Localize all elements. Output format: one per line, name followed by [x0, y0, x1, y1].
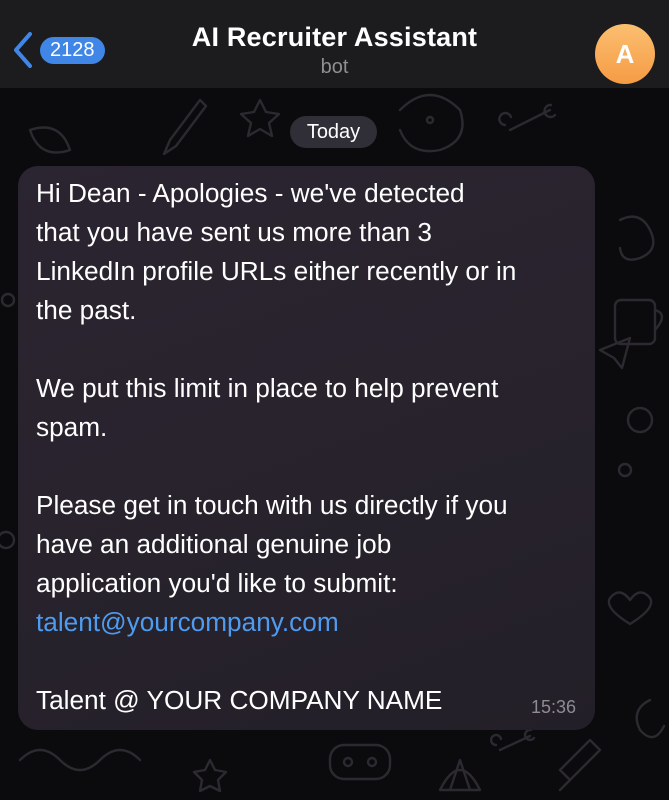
doodle-plane-icon — [598, 336, 632, 370]
email-link[interactable]: talent@yourcompany.com — [36, 607, 339, 637]
doodle-leaf-icon — [28, 126, 72, 154]
message-line: We put this limit in place to help preve… — [36, 373, 499, 403]
message-line: Hi Dean - Apologies - we've detected — [36, 178, 465, 208]
chat-title-block[interactable]: AI Recruiter Assistant bot — [0, 20, 669, 80]
message-bubble[interactable]: Hi Dean - Apologies - we've detected tha… — [18, 166, 595, 730]
message-line: spam. — [36, 412, 108, 442]
message-line: the past. — [36, 295, 137, 325]
chat-title: AI Recruiter Assistant — [191, 22, 478, 52]
doodle-wave-icon — [18, 748, 142, 772]
doodle-pencil-icon — [162, 98, 208, 156]
doodle-swirl2-icon — [635, 698, 666, 739]
doodle-star-icon — [239, 98, 281, 138]
doodle-dot-icon — [0, 292, 16, 550]
message-line: Please get in touch with us directly if … — [36, 490, 508, 520]
doodle-bone2-icon — [489, 728, 536, 752]
doodle-dog-icon — [398, 93, 464, 153]
doodle-swirl-icon — [618, 215, 655, 261]
doodle-star2-icon — [192, 758, 228, 793]
doodle-cup-icon — [613, 298, 664, 346]
message-line: LinkedIn profile URLs either recently or… — [36, 256, 517, 286]
doodle-heart-icon — [607, 591, 653, 626]
doodle-bone-icon — [498, 103, 557, 132]
doodle-circle-icon — [617, 406, 654, 478]
doodle-gamepad-icon — [328, 743, 392, 781]
doodle-shell-icon — [438, 758, 482, 792]
chat-subtitle: bot — [320, 56, 349, 78]
chat-header: 2128 AI Recruiter Assistant bot A — [0, 0, 669, 88]
message-text: Hi Dean - Apologies - we've detected tha… — [36, 174, 586, 720]
email-line: talent@yourcompany.com — [36, 603, 586, 642]
message-signature: Talent @ YOUR COMPANY NAME — [36, 685, 443, 715]
message-line: have an additional genuine job — [36, 529, 392, 559]
doodle-rocket-icon — [558, 738, 602, 792]
date-divider: Today — [290, 116, 377, 148]
message-line: that you have sent us more than 3 — [36, 217, 432, 247]
message-line: application you'd like to submit: — [36, 568, 398, 598]
avatar[interactable]: A — [595, 24, 655, 84]
message-timestamp: 15:36 — [530, 697, 576, 717]
